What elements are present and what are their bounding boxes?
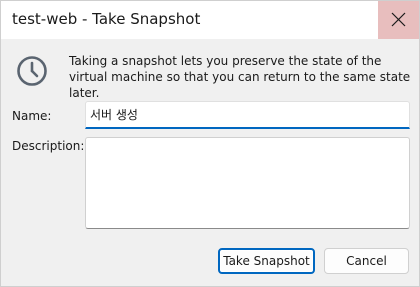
window-title: test-web - Take Snapshot xyxy=(12,10,201,28)
cancel-button[interactable]: Cancel xyxy=(324,248,409,274)
take-snapshot-button[interactable]: Take Snapshot xyxy=(218,248,315,274)
close-button[interactable] xyxy=(378,1,419,39)
description-field[interactable] xyxy=(85,137,410,229)
title-bar: test-web - Take Snapshot xyxy=(1,1,419,39)
name-label: Name: xyxy=(12,109,52,123)
name-field-value: 서버 생성 xyxy=(90,108,138,122)
close-icon xyxy=(391,12,406,27)
description-label: Description: xyxy=(12,139,85,153)
take-snapshot-dialog: test-web - Take Snapshot Taking a snapsh… xyxy=(0,0,420,287)
clock-icon xyxy=(17,56,47,86)
name-field[interactable]: 서버 생성 xyxy=(85,101,410,129)
info-description: Taking a snapshot lets you preserve the … xyxy=(69,54,411,100)
